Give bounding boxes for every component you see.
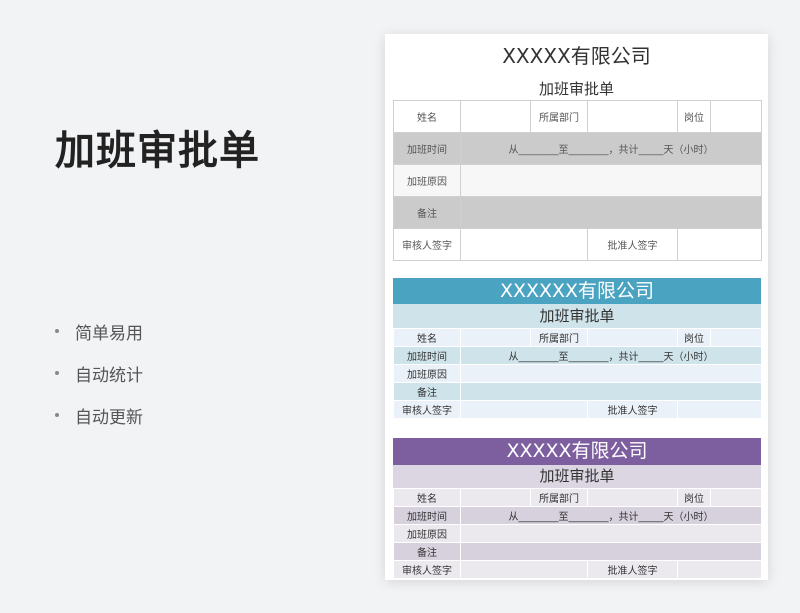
form2-company: XXXXXX有限公司 (393, 278, 761, 304)
position-label: 岗位 (677, 328, 711, 347)
page-title: 加班审批单 (55, 128, 260, 174)
name-value[interactable] (460, 328, 531, 347)
approver-label: 批准人签字 (587, 400, 678, 419)
approver-label: 批准人签字 (587, 228, 678, 261)
time-label: 加班时间 (393, 346, 461, 365)
note-label: 备注 (393, 196, 461, 229)
time-label: 加班时间 (393, 132, 461, 165)
dept-label: 所属部门 (530, 328, 588, 347)
dept-value[interactable] (587, 328, 678, 347)
note-label: 备注 (393, 542, 461, 561)
feature-label: 自动统计 (75, 365, 143, 386)
approver-label: 批准人签字 (587, 560, 678, 579)
position-label: 岗位 (677, 100, 711, 133)
form1-company: XXXXX有限公司 (502, 44, 651, 68)
bullet-icon (55, 413, 59, 417)
table-row: 姓名 所属部门 岗位 (393, 488, 762, 507)
approver-value[interactable] (677, 228, 762, 261)
table-row: 加班原因 (393, 164, 762, 197)
note-value[interactable] (460, 196, 762, 229)
form2-subtitle: 加班审批单 (393, 304, 761, 328)
position-value[interactable] (710, 328, 762, 347)
reason-value[interactable] (460, 364, 762, 383)
name-value[interactable] (460, 488, 531, 507)
table-row: 审核人签字 批准人签字 (393, 228, 762, 261)
name-label: 姓名 (393, 328, 461, 347)
table-row: 姓名 所属部门 岗位 (393, 100, 762, 133)
feature-item: 简单易用 (55, 310, 143, 352)
table-row: 审核人签字 批准人签字 (393, 560, 762, 579)
form3-company: XXXXX有限公司 (393, 438, 761, 465)
form1-table: 姓名 所属部门 岗位 加班时间 从________至________，共计___… (393, 100, 762, 261)
reason-value[interactable] (460, 524, 762, 543)
table-row: 备注 (393, 542, 762, 561)
name-label: 姓名 (393, 488, 461, 507)
table-row: 备注 (393, 382, 762, 401)
dept-label: 所属部门 (530, 100, 588, 133)
time-value[interactable]: 从________至________，共计_____天（小时） (460, 506, 762, 525)
dept-label: 所属部门 (530, 488, 588, 507)
reason-label: 加班原因 (393, 524, 461, 543)
table-row: 加班时间 从________至________，共计_____天（小时） (393, 132, 762, 165)
time-value[interactable]: 从________至________，共计_____天（小时） (460, 132, 762, 165)
dept-value[interactable] (587, 488, 678, 507)
bullet-icon (55, 329, 59, 333)
document-preview: XXXXX有限公司 加班审批单 姓名 所属部门 岗位 加班时间 从_______… (385, 34, 768, 580)
table-row: 审核人签字 批准人签字 (393, 400, 762, 419)
name-value[interactable] (460, 100, 531, 133)
reason-value[interactable] (460, 164, 762, 197)
time-label: 加班时间 (393, 506, 461, 525)
reason-label: 加班原因 (393, 164, 461, 197)
position-label: 岗位 (677, 488, 711, 507)
note-label: 备注 (393, 382, 461, 401)
dept-value[interactable] (587, 100, 678, 133)
reviewer-value[interactable] (460, 400, 588, 419)
form3-table: 姓名 所属部门 岗位 加班时间 从________至________，共计___… (393, 488, 762, 579)
reviewer-label: 审核人签字 (393, 400, 461, 419)
table-row: 姓名 所属部门 岗位 (393, 328, 762, 347)
note-value[interactable] (460, 382, 762, 401)
approver-value[interactable] (677, 560, 762, 579)
bullet-icon (55, 371, 59, 375)
position-value[interactable] (710, 488, 762, 507)
feature-item: 自动更新 (55, 394, 143, 436)
reviewer-label: 审核人签字 (393, 228, 461, 261)
table-row: 加班原因 (393, 524, 762, 543)
name-label: 姓名 (393, 100, 461, 133)
feature-list: 简单易用 自动统计 自动更新 (55, 310, 143, 436)
table-row: 加班原因 (393, 364, 762, 383)
feature-label: 简单易用 (75, 323, 143, 344)
reviewer-label: 审核人签字 (393, 560, 461, 579)
table-row: 加班时间 从________至________，共计_____天（小时） (393, 346, 762, 365)
table-row: 加班时间 从________至________，共计_____天（小时） (393, 506, 762, 525)
reviewer-value[interactable] (460, 560, 588, 579)
reason-label: 加班原因 (393, 364, 461, 383)
table-row: 备注 (393, 196, 762, 229)
feature-item: 自动统计 (55, 352, 143, 394)
position-value[interactable] (710, 100, 762, 133)
form1-subtitle: 加班审批单 (538, 80, 614, 98)
reviewer-value[interactable] (460, 228, 588, 261)
feature-label: 自动更新 (75, 407, 143, 428)
note-value[interactable] (460, 542, 762, 561)
time-value[interactable]: 从________至________，共计_____天（小时） (460, 346, 762, 365)
approver-value[interactable] (677, 400, 762, 419)
form2-table: 姓名 所属部门 岗位 加班时间 从________至________，共计___… (393, 328, 762, 419)
form3-subtitle: 加班审批单 (393, 465, 761, 488)
